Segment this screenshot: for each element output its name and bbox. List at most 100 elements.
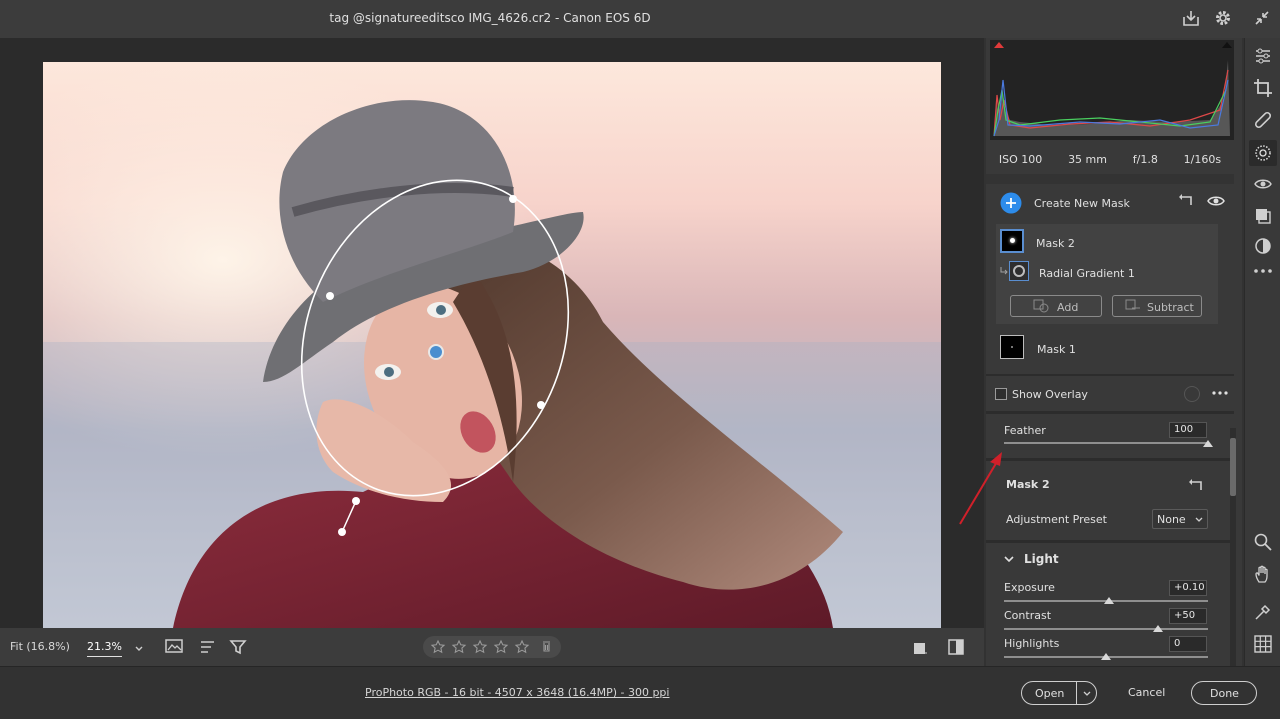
feather-value-field[interactable]: 100 (1169, 422, 1207, 438)
more-tools-icon[interactable] (1253, 266, 1273, 276)
fit-zoom-button[interactable]: Fit (16.8%) (10, 640, 70, 653)
chevron-down-icon (1195, 517, 1203, 522)
iso-value: ISO 100 (998, 152, 1043, 166)
radial-gradient-icon[interactable] (1009, 261, 1029, 281)
done-button-label: Done (1210, 687, 1239, 700)
grid-icon[interactable] (1253, 634, 1273, 654)
star-rating[interactable] (423, 636, 561, 658)
subtract-button-label: Subtract (1147, 301, 1194, 314)
camera-info: ISO 100 35 mm f/1.8 1/160s (986, 146, 1234, 172)
mask-handle (326, 292, 334, 300)
edit-sliders-icon[interactable] (1253, 46, 1273, 66)
subtract-button[interactable]: Subtract (1112, 295, 1202, 317)
feather-handle (338, 528, 346, 536)
feather-slider-track[interactable] (1004, 442, 1208, 444)
reset-icon[interactable] (1178, 193, 1196, 209)
highlights-value-field[interactable]: 0 (1169, 636, 1207, 652)
zoom-icon[interactable] (1253, 532, 1273, 552)
feather-label: Feather (1004, 424, 1046, 437)
aperture-value: f/1.8 (1132, 152, 1158, 166)
exposure-value-field[interactable]: +0.10 (1169, 580, 1207, 596)
window-title: tag @signatureeditsco IMG_4626.cr2 - Can… (329, 11, 651, 25)
contrast-value-field[interactable]: +50 (1169, 608, 1207, 624)
divider (986, 374, 1234, 376)
chevron-down-icon[interactable] (1003, 553, 1015, 565)
red-annotation-arrow (959, 452, 1002, 525)
photo-illustration (43, 62, 941, 628)
radial-gradient-item[interactable]: Radial Gradient 1 (1039, 267, 1135, 280)
filmstrip-icon[interactable] (164, 638, 186, 656)
chevron-down-icon[interactable] (133, 642, 145, 654)
chevron-down-icon[interactable] (1081, 688, 1093, 700)
mask-2-thumbnail[interactable] (1000, 229, 1024, 253)
child-indent-icon (1000, 267, 1008, 275)
mask-1-thumbnail[interactable] (1000, 335, 1024, 359)
reset-mask-icon[interactable] (1188, 478, 1206, 494)
divider (986, 174, 1234, 184)
cancel-button[interactable]: Cancel (1128, 686, 1165, 699)
footer-bar: ProPhoto RGB - 16 bit - 4507 x 3648 (16.… (0, 666, 1280, 719)
adjustment-preset-label: Adjustment Preset (1006, 513, 1107, 526)
gear-icon[interactable] (1213, 8, 1233, 28)
shadow-clipping-icon[interactable] (992, 40, 1006, 50)
edit-panel: ISO 100 35 mm f/1.8 1/160s Create New Ma… (986, 38, 1242, 666)
create-mask-plus-icon[interactable] (1000, 192, 1022, 214)
workflow-options-link[interactable]: ProPhoto RGB - 16 bit - 4507 x 3648 (16.… (365, 686, 669, 699)
sort-icon[interactable] (199, 639, 217, 655)
contrast-slider-thumb[interactable] (1153, 625, 1163, 632)
zoom-level[interactable]: 21.3% (87, 640, 122, 657)
red-eye-icon[interactable] (1253, 174, 1273, 194)
create-new-mask-button[interactable]: Create New Mask (1034, 197, 1130, 210)
adjustment-preset-select[interactable]: None (1152, 509, 1208, 529)
more-options-icon[interactable] (1212, 390, 1228, 396)
masking-tool-button[interactable] (1249, 140, 1277, 166)
collapse-icon[interactable] (1252, 8, 1272, 28)
view-toolbar: Fit (16.8%) 21.3% (0, 628, 984, 666)
overlay-color-swatch[interactable] (1184, 386, 1200, 402)
crop-icon[interactable] (1253, 78, 1273, 98)
mask-section-title: Mask 2 (1006, 478, 1050, 491)
focal-length: 35 mm (1068, 152, 1107, 166)
snapshots-icon[interactable] (1253, 236, 1273, 256)
mask-1-item[interactable]: Mask 1 (1037, 343, 1076, 356)
divider (986, 540, 1234, 543)
open-button[interactable]: Open (1035, 687, 1064, 700)
filter-icon[interactable] (229, 638, 247, 656)
highlights-slider-thumb[interactable] (1101, 653, 1111, 660)
compare-view-icon[interactable] (946, 638, 966, 656)
light-section-title[interactable]: Light (1024, 552, 1059, 566)
mask-center-pin (428, 344, 444, 360)
highlight-clipping-icon[interactable] (1220, 40, 1234, 50)
panel-scrollbar[interactable] (1230, 428, 1236, 666)
eye-icon[interactable] (1206, 193, 1226, 209)
add-button[interactable]: Add (1010, 295, 1102, 317)
healing-icon[interactable] (1253, 110, 1273, 130)
photo-preview[interactable] (43, 62, 941, 628)
mask-2-item[interactable]: Mask 2 (1036, 237, 1075, 250)
tool-strip (1244, 38, 1280, 666)
subtract-mask-icon (1125, 299, 1140, 310)
show-overlay-label: Show Overlay (1012, 388, 1088, 401)
exposure-label: Exposure (1004, 581, 1055, 594)
presets-icon[interactable] (1253, 206, 1273, 226)
show-overlay-checkbox[interactable] (995, 388, 1007, 400)
scrollbar-thumb[interactable] (1230, 438, 1236, 496)
done-button[interactable]: Done (1191, 681, 1257, 705)
canvas-area (0, 38, 984, 628)
divider (986, 458, 1234, 461)
highlights-label: Highlights (1004, 637, 1060, 650)
before-after-icon[interactable] (912, 640, 928, 656)
masking-icon (1255, 145, 1271, 161)
title-bar: tag @signatureeditsco IMG_4626.cr2 - Can… (0, 0, 1280, 38)
add-mask-icon (1033, 299, 1049, 313)
save-icon[interactable] (1181, 8, 1201, 28)
add-button-label: Add (1057, 301, 1079, 314)
hand-icon[interactable] (1253, 564, 1273, 584)
eyedropper-icon[interactable] (1253, 602, 1273, 622)
exposure-slider-thumb[interactable] (1104, 597, 1114, 604)
button-divider (1076, 682, 1077, 704)
feather-slider-thumb[interactable] (1203, 440, 1213, 447)
mask-handle (537, 401, 545, 409)
contrast-slider-track[interactable] (1004, 628, 1208, 630)
contrast-label: Contrast (1004, 609, 1052, 622)
